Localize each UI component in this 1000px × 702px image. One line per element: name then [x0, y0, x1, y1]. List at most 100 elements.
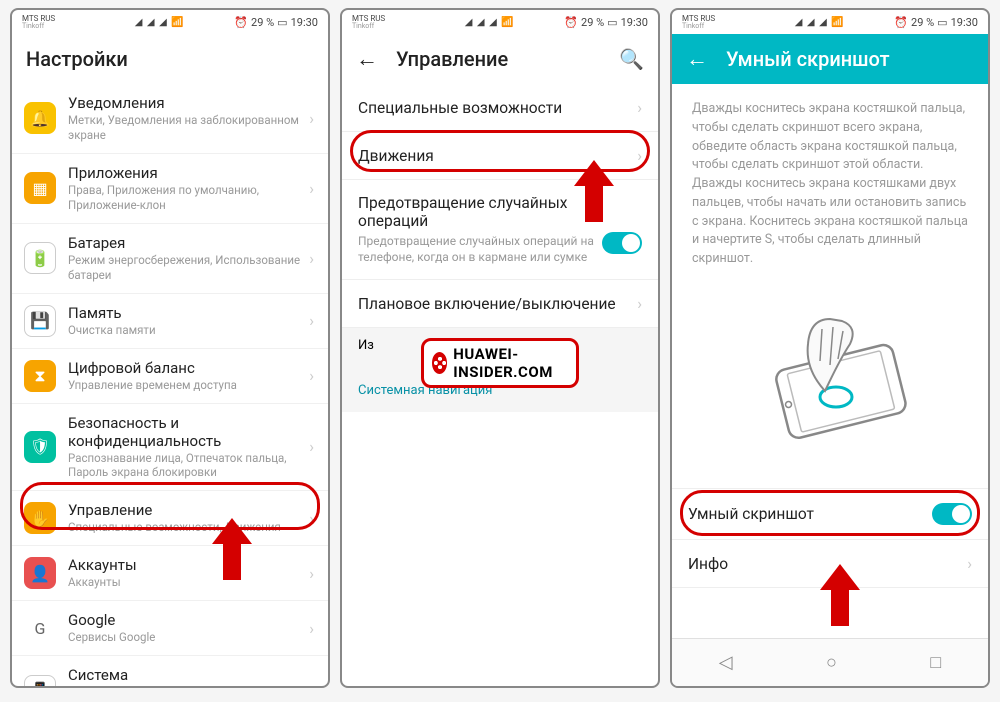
settings-item-2[interactable]: 🔋 БатареяРежим энергосбережения, Использо… — [12, 224, 328, 294]
item-title: Приложения — [68, 164, 303, 182]
item-sub: Очистка памяти — [68, 323, 303, 338]
item-sub: Аккаунты — [68, 575, 303, 590]
chevron-right-icon: › — [309, 681, 314, 686]
status-bar: MTS RUS Tinkoff ◢ ◢ ◢ 📶 ⏰ 29 % ▭ 19:30 — [672, 10, 988, 34]
settings-item-icon: 💾 — [24, 305, 56, 337]
chevron-right-icon: › — [309, 179, 314, 198]
chevron-right-icon: › — [637, 146, 642, 165]
page-title: Умный скриншот — [726, 47, 890, 71]
settings-item-icon: ▦ — [24, 172, 56, 204]
chevron-right-icon: › — [637, 294, 642, 313]
settings-item-9[interactable]: 📱 СистемаСистемная навигация, Обновление … — [12, 656, 328, 686]
time-label: 19:30 — [951, 16, 978, 29]
status-bar: MTS RUS Tinkoff ◢ ◢ ◢ 📶 ⏰ 29 % ▭ 19:30 — [342, 10, 658, 34]
settings-item-3[interactable]: 💾 ПамятьОчистка памяти › — [12, 294, 328, 349]
item-sub: Права, Приложения по умолчанию, Приложен… — [68, 183, 303, 213]
alarm-icon: ⏰ — [564, 16, 578, 29]
status-bar: MTS RUS Tinkoff ◢ ◢ ◢ 📶 ⏰ 29 % ▭ 19:30 — [12, 10, 328, 34]
header: ← Умный скриншот — [672, 34, 988, 84]
chevron-right-icon: › — [309, 366, 314, 385]
help-text: Дважды коснитесь экрана костяшкой пальца… — [672, 84, 988, 285]
chevron-right-icon: › — [309, 249, 314, 268]
settings-item-icon: ✋ — [24, 502, 56, 534]
item-accessibility[interactable]: Специальные возможности › — [342, 84, 658, 132]
gesture-illustration — [730, 299, 930, 449]
item-sub: Управление временем доступа — [68, 378, 303, 393]
signal-icons: ◢ ◢ ◢ 📶 — [465, 17, 515, 28]
battery-icon: ▭ — [607, 16, 617, 29]
item-sub: Специальные возможности, Движения — [68, 520, 303, 535]
item-title: Система — [68, 666, 303, 684]
huawei-logo-icon — [432, 352, 447, 374]
phone-screen-3: MTS RUS Tinkoff ◢ ◢ ◢ 📶 ⏰ 29 % ▭ 19:30 ←… — [670, 8, 990, 688]
watermark-badge: HUAWEI-INSIDER.COM — [421, 338, 579, 388]
item-title: Цифровой баланс — [68, 359, 303, 377]
settings-item-icon: 🔔 — [24, 102, 56, 134]
item-title: Аккаунты — [68, 556, 303, 574]
item-prevent-accidental[interactable]: Предотвращение случайных операций Предот… — [342, 180, 658, 280]
settings-item-icon: ⧗ — [24, 360, 56, 392]
item-sub: Метки, Уведомления на заблокированном эк… — [68, 113, 303, 143]
chevron-right-icon: › — [309, 109, 314, 128]
settings-item-icon: 🛡 — [24, 431, 56, 463]
settings-item-0[interactable]: 🔔 УведомленияМетки, Уведомления на заблок… — [12, 84, 328, 154]
page-title: Настройки — [12, 34, 328, 84]
signal-icons: ◢ ◢ ◢ 📶 — [795, 17, 845, 28]
settings-item-5[interactable]: 🛡 Безопасность и конфиденциальностьРаспоз… — [12, 404, 328, 492]
time-label: 19:30 — [621, 16, 648, 29]
item-title: Безопасность и конфиденциальность — [68, 414, 303, 450]
phone-screen-2: MTS RUS Tinkoff ◢ ◢ ◢ 📶 ⏰ 29 % ▭ 19:30 ←… — [340, 8, 660, 688]
settings-item-4[interactable]: ⧗ Цифровой балансУправление временем дост… — [12, 349, 328, 404]
item-motions[interactable]: Движения › — [342, 132, 658, 180]
battery-label: 29 % — [581, 16, 604, 29]
nav-back-button[interactable]: ◁ — [719, 652, 733, 673]
item-sub: Системная навигация, Обновление ПО, О те… — [68, 685, 303, 686]
carrier-sub: Tinkoff — [682, 23, 715, 30]
nav-home-button[interactable]: ○ — [826, 652, 837, 673]
battery-label: 29 % — [251, 16, 274, 29]
item-info[interactable]: Инфо › — [672, 540, 988, 588]
phone-screen-1: MTS RUS Tinkoff ◢ ◢ ◢ 📶 ⏰ 29 % ▭ 19:30 Н… — [10, 8, 330, 688]
item-title: Батарея — [68, 234, 303, 252]
time-label: 19:30 — [291, 16, 318, 29]
item-sub: Режим энергосбережения, Использование ба… — [68, 253, 303, 283]
toggle-switch[interactable] — [932, 503, 972, 525]
chevron-right-icon: › — [967, 554, 972, 573]
search-button[interactable]: 🔍 — [619, 47, 644, 71]
settings-item-7[interactable]: 👤 АккаунтыАккаунты › — [12, 546, 328, 601]
signal-icons: ◢ ◢ ◢ 📶 — [135, 17, 185, 28]
android-navbar: ◁ ○ □ — [672, 638, 988, 686]
toggle-switch[interactable] — [602, 232, 642, 254]
item-sub: Сервисы Google — [68, 630, 303, 645]
settings-item-8[interactable]: G GoogleСервисы Google › — [12, 601, 328, 656]
chevron-right-icon: › — [637, 98, 642, 117]
chevron-right-icon: › — [309, 509, 314, 528]
chevron-right-icon: › — [309, 311, 314, 330]
chevron-right-icon: › — [309, 437, 314, 456]
settings-item-6[interactable]: ✋ УправлениеСпециальные возможности, Движ… — [12, 491, 328, 546]
battery-icon: ▭ — [277, 16, 287, 29]
settings-item-1[interactable]: ▦ ПриложенияПрава, Приложения по умолчани… — [12, 154, 328, 224]
back-button[interactable]: ← — [356, 46, 378, 72]
item-sub: Распознавание лица, Отпечаток пальца, Па… — [68, 451, 303, 481]
item-title: Уведомления — [68, 94, 303, 112]
item-scheduled-power[interactable]: Плановое включение/выключение › — [342, 280, 658, 328]
settings-item-icon: 🔋 — [24, 242, 56, 274]
alarm-icon: ⏰ — [234, 16, 248, 29]
settings-item-icon: 👤 — [24, 557, 56, 589]
carrier-sub: Tinkoff — [352, 23, 385, 30]
item-title: Память — [68, 304, 303, 322]
item-smart-screenshot-toggle[interactable]: Умный скриншот — [672, 488, 988, 540]
chevron-right-icon: › — [309, 619, 314, 638]
item-title: Управление — [68, 501, 303, 519]
battery-icon: ▭ — [937, 16, 947, 29]
carrier-sub: Tinkoff — [22, 23, 55, 30]
chevron-right-icon: › — [309, 564, 314, 583]
settings-item-icon: 📱 — [24, 675, 56, 686]
alarm-icon: ⏰ — [894, 16, 908, 29]
settings-item-icon: G — [24, 612, 56, 644]
nav-recent-button[interactable]: □ — [930, 652, 941, 673]
item-title: Google — [68, 611, 303, 629]
settings-list: 🔔 УведомленияМетки, Уведомления на заблок… — [12, 84, 328, 686]
back-button[interactable]: ← — [686, 46, 708, 72]
